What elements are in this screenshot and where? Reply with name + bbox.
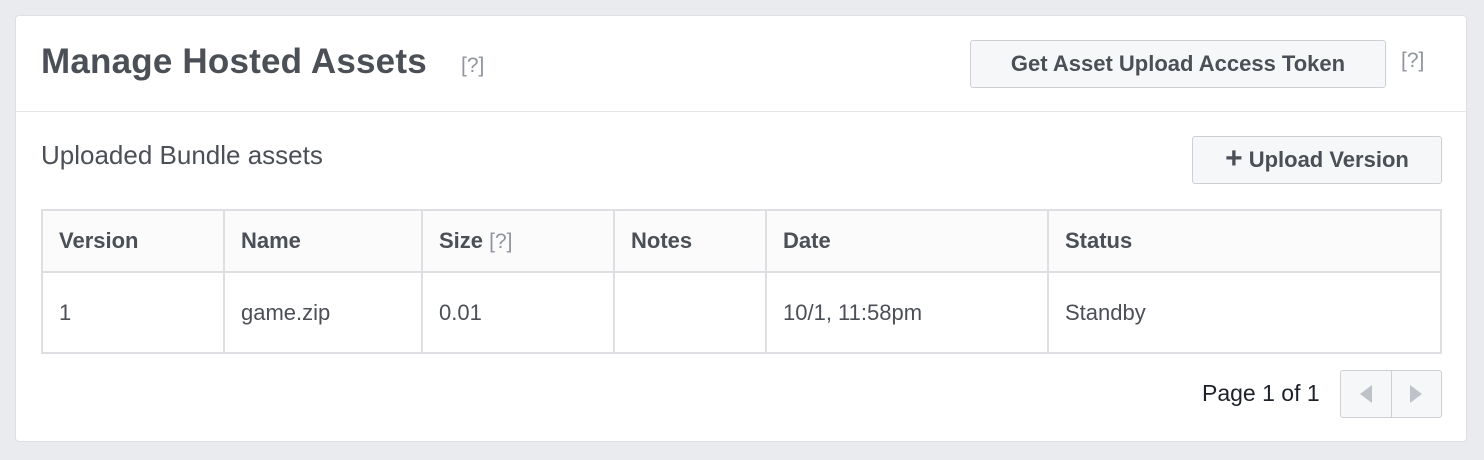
cell-status: Standby	[1047, 271, 1442, 354]
cell-date: 10/1, 11:58pm	[765, 271, 1049, 354]
hosted-assets-panel: Manage Hosted Assets [?] Get Asset Uploa…	[15, 15, 1467, 442]
cell-size: 0.01	[421, 271, 615, 354]
column-header-size-label: Size	[439, 228, 484, 253]
column-header-status: Status	[1047, 209, 1442, 273]
cell-notes	[613, 271, 767, 354]
pagination-label: Page 1 of 1	[1202, 380, 1320, 406]
cell-name: game.zip	[223, 271, 423, 354]
table-row[interactable]: 1 game.zip 0.01 10/1, 11:58pm Standby	[41, 271, 1442, 354]
previous-page-button[interactable]	[1341, 371, 1391, 417]
token-help-link[interactable]: [?]	[1401, 49, 1424, 73]
next-page-button[interactable]	[1390, 371, 1442, 417]
panel-header: Manage Hosted Assets [?] Get Asset Uploa…	[16, 16, 1466, 112]
cell-version: 1	[41, 271, 225, 354]
section-title: Uploaded Bundle assets	[41, 140, 323, 170]
table-header-row: Version Name Size [?] Notes Date Status	[41, 209, 1442, 273]
column-header-size: Size [?]	[421, 209, 615, 273]
get-upload-token-button[interactable]: Get Asset Upload Access Token	[970, 40, 1386, 88]
chevron-left-icon	[1359, 385, 1372, 403]
upload-version-button[interactable]: + Upload Version	[1192, 136, 1442, 184]
plus-icon: +	[1225, 142, 1243, 175]
size-help-link[interactable]: [?]	[489, 230, 512, 253]
title-help-link[interactable]: [?]	[461, 54, 484, 78]
chevron-right-icon	[1410, 385, 1423, 403]
pagination-controls	[1340, 370, 1442, 418]
column-header-name: Name	[223, 209, 423, 273]
column-header-version: Version	[41, 209, 225, 273]
page-title: Manage Hosted Assets	[41, 42, 427, 81]
column-header-notes: Notes	[613, 209, 767, 273]
assets-table: Version Name Size [?] Notes Date Status …	[41, 209, 1442, 354]
upload-version-label: Upload Version	[1248, 147, 1409, 172]
column-header-date: Date	[765, 209, 1049, 273]
